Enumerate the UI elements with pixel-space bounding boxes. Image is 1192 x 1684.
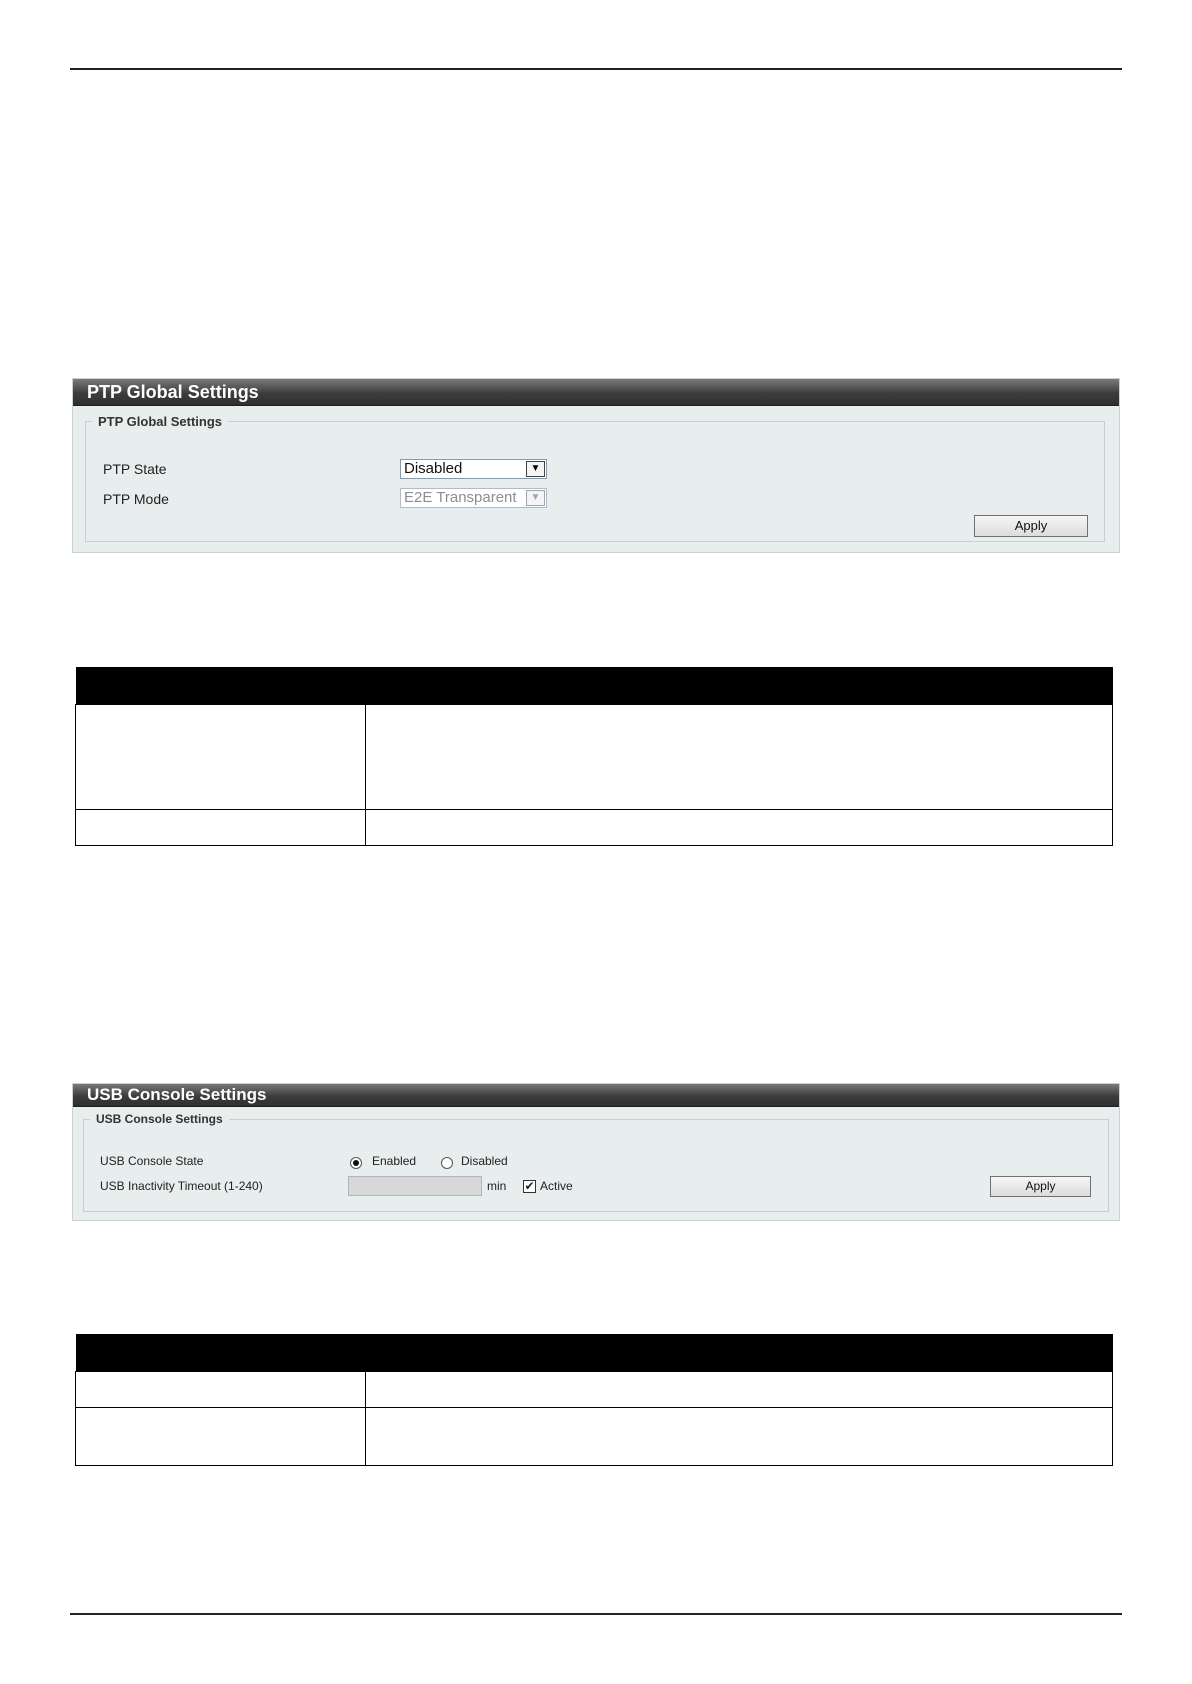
chevron-down-icon[interactable]: ▼ [526, 490, 545, 506]
apply-button[interactable]: Apply [974, 515, 1088, 537]
enabled-radio[interactable] [350, 1157, 362, 1169]
check-icon: ✔ [524, 1179, 535, 1193]
fieldset-legend: USB Console Settings [96, 1112, 223, 1126]
table-cell [75, 1407, 366, 1466]
table-row [75, 809, 1113, 846]
enabled-label: Enabled [372, 1154, 417, 1168]
table-header-row [75, 667, 1113, 705]
header-cell [75, 667, 366, 705]
table-cell [75, 809, 366, 846]
table-cell [365, 1407, 1113, 1466]
ptp-state-select[interactable]: Disabled ▼ [400, 459, 547, 479]
usb-console-state-label: USB Console State [100, 1154, 204, 1168]
table-cell [75, 704, 366, 810]
active-checkbox[interactable]: ✔ [523, 1180, 536, 1193]
fieldset-legend: PTP Global Settings [98, 414, 223, 429]
header-cell [365, 1334, 1113, 1372]
chevron-down-icon[interactable]: ▼ [526, 461, 545, 477]
panel-title: USB Console Settings [73, 1084, 1119, 1107]
ptp-global-settings-panel: PTP Global Settings PTP Global Settings … [72, 378, 1120, 553]
footer-rule [70, 1613, 1122, 1615]
table-row [75, 704, 1113, 810]
table-row [75, 1407, 1113, 1466]
usb-inactivity-timeout-label: USB Inactivity Timeout (1-240) [100, 1179, 263, 1193]
ptp-mode-label: PTP Mode [103, 491, 169, 507]
apply-button[interactable]: Apply [990, 1176, 1091, 1197]
header-cell [75, 1334, 366, 1372]
timeout-unit: min [487, 1179, 507, 1193]
table-cell [75, 1371, 366, 1408]
timeout-input[interactable] [348, 1176, 482, 1196]
usb-parameter-table [75, 1334, 1113, 1466]
ptp-mode-value: E2E Transparent [404, 489, 517, 506]
active-label: Active [540, 1179, 573, 1193]
disabled-label: Disabled [461, 1154, 508, 1168]
table-cell [365, 809, 1113, 846]
usb-console-settings-panel: USB Console Settings USB Console Setting… [72, 1083, 1120, 1221]
usb-settings-fieldset: USB Console Settings [83, 1112, 1109, 1212]
ptp-parameter-table [75, 667, 1113, 846]
ptp-state-value: Disabled [404, 460, 463, 477]
header-cell [365, 667, 1113, 705]
ptp-mode-select[interactable]: E2E Transparent ▼ [400, 488, 547, 508]
ptp-state-label: PTP State [103, 461, 167, 477]
table-cell [365, 1371, 1113, 1408]
disabled-radio[interactable] [441, 1157, 453, 1169]
table-cell [365, 704, 1113, 810]
table-row [75, 1371, 1113, 1408]
header-rule [70, 68, 1122, 70]
ptp-settings-fieldset: PTP Global Settings [85, 414, 1105, 542]
panel-title: PTP Global Settings [73, 379, 1119, 406]
table-header-row [75, 1334, 1113, 1372]
